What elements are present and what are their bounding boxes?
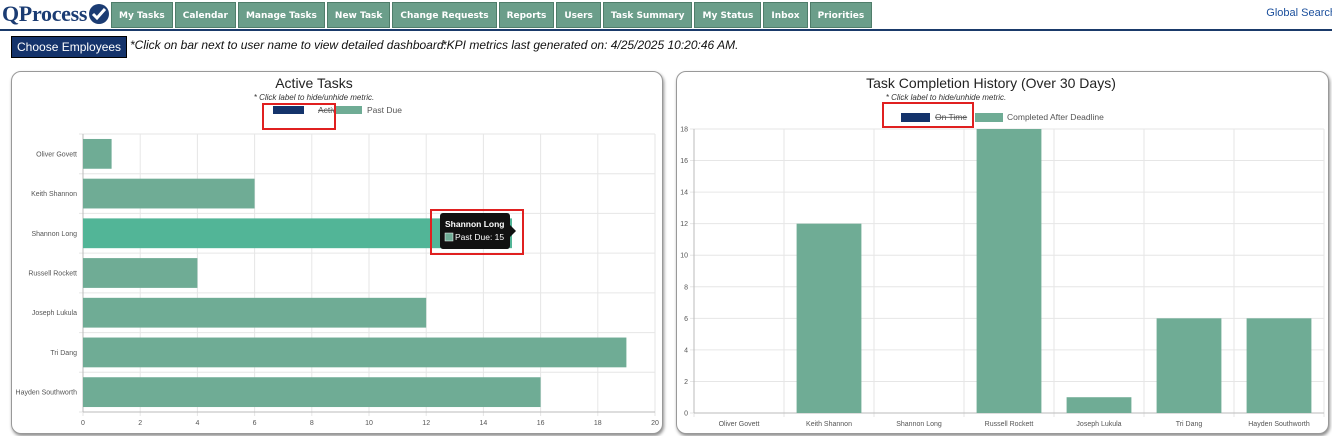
kpi-generated-note: *KPI metrics last generated on: 4/25/202… [442, 38, 739, 52]
dashboard-toolbar: Choose Employees *Click on bar next to u… [0, 33, 1332, 59]
top-nav-bar: QProcess My Tasks Calendar Manage Tasks New… [0, 0, 1332, 31]
x-category-label: Oliver Govett [719, 421, 760, 428]
bar-joseph-lukula[interactable] [1066, 397, 1132, 413]
bar-keith-shannon[interactable] [796, 223, 862, 413]
tooltip-title: Shannon Long [445, 219, 505, 229]
y-tick-label: 6 [684, 316, 688, 323]
y-tick-label: 16 [680, 158, 688, 165]
y-tick-label: 14 [680, 190, 688, 197]
legend-past-due-label[interactable]: Past Due [367, 105, 402, 115]
y-category-label: Keith Shannon [31, 191, 77, 198]
y-category-label: Shannon Long [31, 231, 77, 238]
check-icon [89, 4, 110, 24]
task-history-panel: Task Completion History (Over 30 Days) *… [676, 71, 1329, 434]
nav-manage-tasks[interactable]: Manage Tasks [237, 2, 325, 28]
legend-completed-after-deadline-swatch[interactable] [975, 113, 1003, 122]
bar-tri-dang[interactable] [1156, 318, 1222, 413]
y-category-label: Tri Dang [50, 350, 77, 357]
main-nav: My Tasks Calendar Manage Tasks New Task Chan… [111, 2, 873, 28]
x-tick-label: 14 [480, 420, 488, 427]
bar-oliver-govett[interactable] [83, 138, 112, 169]
active-tasks-panel: Active Tasks * Click label to hide/unhid… [11, 71, 663, 434]
x-category-label: Russell Rockett [985, 421, 1034, 428]
bar-keith-shannon[interactable] [83, 178, 255, 209]
y-tick-label: 0 [684, 411, 688, 418]
tooltip-swatch [444, 232, 454, 242]
nav-inbox[interactable]: Inbox [763, 2, 808, 28]
x-tick-label: 12 [422, 420, 430, 427]
x-tick-label: 4 [195, 420, 199, 427]
bar-russell-rockett[interactable] [83, 258, 198, 288]
legend-completed-after-deadline-label[interactable]: Completed After Deadline [1007, 112, 1104, 122]
y-category-label: Oliver Govett [36, 151, 77, 158]
y-category-label: Russell Rockett [28, 271, 77, 278]
x-category-label: Keith Shannon [806, 421, 852, 428]
y-tick-label: 8 [684, 284, 688, 291]
x-category-label: Joseph Lukula [1076, 421, 1121, 428]
nav-my-status[interactable]: My Status [694, 2, 762, 28]
x-tick-label: 8 [310, 420, 314, 427]
active-tasks-hint: * Click label to hide/unhide metric. [254, 93, 375, 102]
task-history-hint: * Click label to hide/unhide metric. [886, 93, 1007, 102]
y-category-label: Joseph Lukula [32, 310, 77, 317]
choose-employees-button[interactable]: Choose Employees [11, 36, 128, 58]
logo-text: QProcess [2, 1, 88, 26]
y-tick-label: 12 [680, 221, 688, 228]
global-search-link[interactable]: Global Search [1266, 7, 1332, 19]
nav-reports[interactable]: Reports [498, 2, 555, 28]
nav-users[interactable]: Users [556, 2, 601, 28]
bar-hayden-southworth[interactable] [83, 377, 541, 408]
x-tick-label: 20 [651, 420, 659, 427]
legend-past-due-swatch[interactable] [334, 106, 362, 114]
task-history-chart: Task Completion History (Over 30 Days) *… [680, 75, 1325, 428]
x-tick-label: 16 [537, 420, 545, 427]
task-history-title: Task Completion History (Over 30 Days) [866, 75, 1116, 91]
bar-joseph-lukula[interactable] [83, 297, 427, 328]
y-tick-label: 18 [680, 127, 688, 134]
x-tick-label: 6 [253, 420, 257, 427]
nav-change-requests[interactable]: Change Requests [392, 2, 497, 28]
nav-my-tasks[interactable]: My Tasks [111, 2, 173, 28]
bar-tooltip: Shannon Long Past Due: 15 [430, 209, 524, 255]
legend-active-swatch[interactable] [273, 106, 304, 114]
x-tick-label: 0 [81, 420, 85, 427]
y-tick-label: 10 [680, 253, 688, 260]
x-tick-label: 18 [594, 420, 602, 427]
nav-task-summary[interactable]: Task Summary [602, 2, 693, 28]
y-tick-label: 2 [684, 379, 688, 386]
tooltip-value: Past Due: 15 [455, 232, 504, 242]
legend-on-time-label[interactable]: On Time [935, 112, 967, 122]
y-category-label: Hayden Southworth [16, 390, 78, 397]
qprocess-logo[interactable]: QProcess [2, 1, 110, 27]
x-category-label: Tri Dang [1176, 421, 1203, 428]
bar-tri-dang[interactable] [83, 337, 627, 368]
active-tasks-title: Active Tasks [275, 75, 353, 91]
legend-on-time-swatch[interactable] [901, 113, 930, 122]
click-bar-note: *Click on bar next to user name to view … [130, 38, 447, 52]
y-tick-label: 4 [684, 347, 688, 354]
active-tasks-chart: Active Tasks * Click label to hide/unhid… [16, 75, 659, 427]
bar-russell-rockett[interactable] [976, 129, 1042, 413]
x-category-label: Shannon Long [896, 421, 942, 428]
nav-new-task[interactable]: New Task [326, 2, 391, 28]
bar-hayden-southworth[interactable] [1246, 318, 1312, 413]
nav-calendar[interactable]: Calendar [174, 2, 236, 28]
x-tick-label: 10 [365, 420, 373, 427]
x-category-label: Hayden Southworth [1248, 421, 1310, 428]
x-tick-label: 2 [138, 420, 142, 427]
nav-priorities[interactable]: Priorities [809, 2, 873, 28]
